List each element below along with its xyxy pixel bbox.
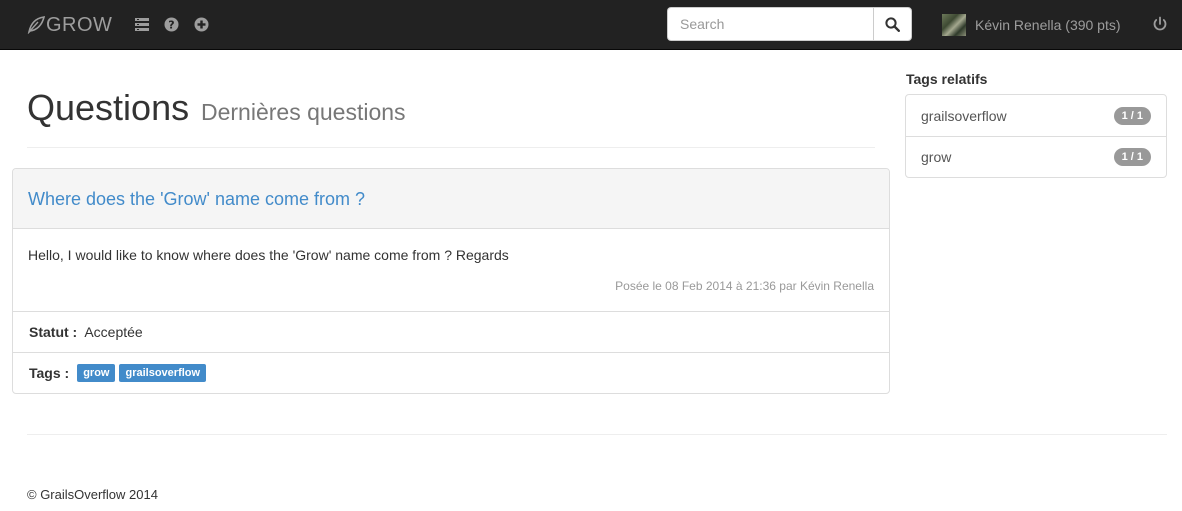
user-name: Kévin Renella (390 pts): [975, 17, 1121, 33]
svg-text:?: ?: [168, 18, 174, 31]
top-navbar: GROW ? Search Kévin Renella (390 pts): [0, 0, 1182, 50]
question-heading: Where does the 'Grow' name come from ?: [13, 169, 889, 229]
related-tag-item[interactable]: grow 1 / 1: [906, 136, 1166, 177]
help-icon[interactable]: ?: [163, 16, 179, 32]
user-menu[interactable]: Kévin Renella (390 pts): [942, 13, 1121, 37]
related-tag-item[interactable]: grailsoverflow 1 / 1: [906, 95, 1166, 136]
page-header: Questions Dernières questions: [27, 86, 875, 148]
brand-logo[interactable]: GROW: [27, 12, 112, 38]
power-icon[interactable]: [1152, 16, 1168, 32]
footer-divider: [27, 434, 1167, 435]
related-tag-label: grow: [921, 149, 952, 165]
brand-name: GROW: [46, 13, 113, 36]
status-label: Statut :: [29, 324, 78, 340]
search-button[interactable]: [873, 7, 912, 41]
page-subtitle: Dernières questions: [200, 99, 406, 125]
question-meta: Posée le 08 Feb 2014 à 21:36 par Kévin R…: [615, 279, 874, 293]
tag-grailsoverflow[interactable]: grailsoverflow: [119, 364, 207, 382]
related-tags-title: Tags relatifs: [906, 71, 988, 87]
question-tags: Tags : grow grailsoverflow: [13, 353, 889, 393]
leaf-icon: [27, 16, 45, 34]
related-tag-badge: 1 / 1: [1113, 148, 1151, 166]
related-tag-label: grailsoverflow: [921, 107, 1007, 124]
search-input[interactable]: [667, 7, 873, 41]
list-icon[interactable]: [134, 16, 150, 32]
search-icon: [885, 16, 900, 32]
related-tag-badge: 1 / 1: [1113, 106, 1151, 125]
page-title: Questions: [27, 87, 190, 128]
question-text: Hello, I would like to know where does t…: [28, 247, 509, 263]
question-title-link[interactable]: Where does the 'Grow' name come from ?: [28, 189, 365, 209]
search-form: [667, 7, 912, 41]
add-icon[interactable]: [193, 16, 209, 32]
status-value: Acceptée: [84, 324, 143, 340]
question-body: Hello, I would like to know where does t…: [13, 229, 889, 312]
footer-copyright: © GrailsOverflow 2014: [27, 487, 158, 502]
question-status: Statut : Acceptée: [13, 312, 889, 353]
question-card: Where does the 'Grow' name come from ? H…: [12, 168, 890, 394]
related-tags-list: grailsoverflow 1 / 1 grow 1 / 1: [905, 94, 1167, 178]
avatar: [942, 14, 966, 36]
tags-label: Tags :: [29, 365, 70, 381]
tag-grow[interactable]: grow: [77, 364, 116, 382]
